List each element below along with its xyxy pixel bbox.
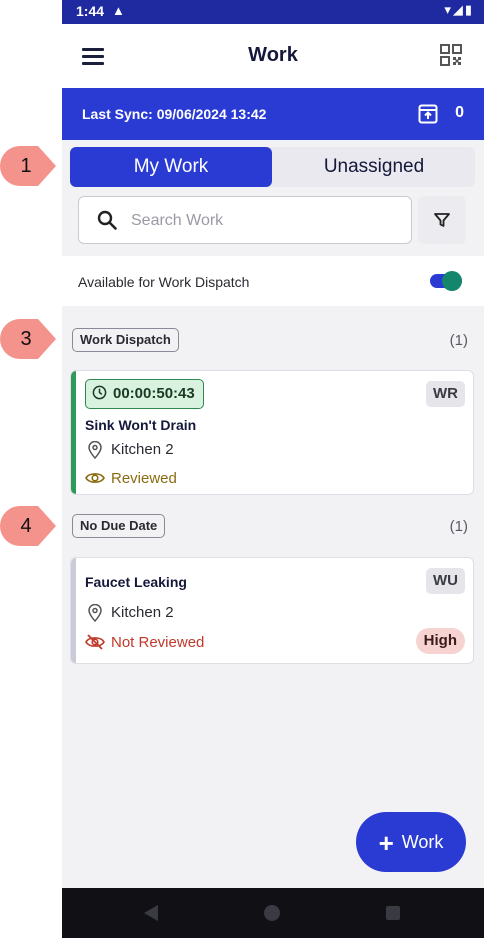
- work-card[interactable]: Faucet Leaking WU Kitchen 2 Not Reviewed…: [70, 557, 474, 664]
- location-pin-icon: [88, 441, 102, 459]
- search-icon: [97, 210, 117, 230]
- card-location: Kitchen 2: [111, 604, 174, 621]
- card-title: Sink Won't Drain: [85, 417, 197, 433]
- search-input[interactable]: [131, 209, 401, 233]
- dispatch-toggle[interactable]: [430, 271, 464, 291]
- status-time: 1:44: [76, 3, 105, 19]
- dispatch-availability-row: Available for Work Dispatch: [62, 256, 484, 306]
- section-header-work-dispatch[interactable]: Work Dispatch (1): [62, 318, 484, 364]
- eye-icon: [85, 473, 105, 483]
- section-count: (1): [449, 518, 468, 535]
- sync-bar: Last Sync: 09/06/2024 13:42 0: [62, 88, 484, 140]
- card-location: Kitchen 2: [111, 441, 174, 458]
- callout-3-label: 3: [20, 328, 32, 350]
- work-tabs: My Work Unassigned: [70, 147, 475, 187]
- priority-badge: High: [415, 628, 465, 654]
- upload-box-icon[interactable]: [418, 104, 438, 124]
- card-review-status: Reviewed: [111, 470, 177, 487]
- work-card[interactable]: 00:00:50:43 WR Sink Won't Drain Kitchen …: [70, 370, 474, 495]
- section-tag: No Due Date: [72, 514, 166, 538]
- tab-my-work[interactable]: My Work: [70, 147, 272, 187]
- qr-code-icon[interactable]: [440, 44, 462, 66]
- signal-battery-icons: ▾◢▮: [444, 2, 474, 17]
- search-box: [78, 196, 412, 244]
- plus-icon: +: [378, 828, 394, 859]
- app-header: Work: [62, 24, 484, 88]
- add-work-button[interactable]: + Work: [356, 812, 466, 872]
- section-header-no-due-date[interactable]: No Due Date (1): [62, 504, 484, 550]
- filter-button[interactable]: [418, 196, 466, 244]
- eye-off-icon: [85, 634, 105, 650]
- section-count: (1): [449, 332, 468, 349]
- card-type-badge: WR: [426, 381, 465, 407]
- section-tag: Work Dispatch: [72, 328, 179, 352]
- card-status-accent: [71, 371, 76, 494]
- timer-value: 00:00:50:43: [113, 385, 195, 402]
- timer-badge: 00:00:50:43: [85, 379, 204, 409]
- card-type-badge: WU: [426, 568, 465, 594]
- tab-unassigned[interactable]: Unassigned: [273, 147, 475, 187]
- last-sync-label: Last Sync: 09/06/2024 13:42: [82, 106, 267, 122]
- card-status-accent: [71, 558, 76, 663]
- clock-icon: [92, 385, 107, 400]
- page-title: Work: [248, 44, 298, 66]
- status-bar: 1:44 ▲ ▾◢▮: [62, 0, 484, 24]
- filter-icon: [434, 213, 450, 227]
- add-work-label: Work: [401, 832, 444, 852]
- nav-back-icon[interactable]: [144, 905, 158, 921]
- warning-icon: ▲: [112, 3, 125, 18]
- dispatch-availability-label: Available for Work Dispatch: [78, 274, 250, 290]
- callout-4-label: 4: [20, 515, 32, 537]
- callout-1-label: 1: [20, 155, 32, 177]
- phone-screen: 1:44 ▲ ▾◢▮ Work Last Sync: 09/06/2024 13…: [62, 0, 484, 938]
- location-pin-icon: [88, 604, 102, 622]
- nav-recents-icon[interactable]: [386, 906, 400, 920]
- card-title: Faucet Leaking: [85, 574, 187, 590]
- toggle-knob: [442, 271, 462, 291]
- screenshot-canvas: 1 2 3 4 1:44 ▲ ▾◢▮ Work: [0, 0, 484, 938]
- nav-home-icon[interactable]: [264, 905, 280, 921]
- sync-pending-count: 0: [455, 104, 464, 121]
- card-review-status: Not Reviewed: [111, 634, 205, 651]
- android-nav-bar: [62, 888, 484, 938]
